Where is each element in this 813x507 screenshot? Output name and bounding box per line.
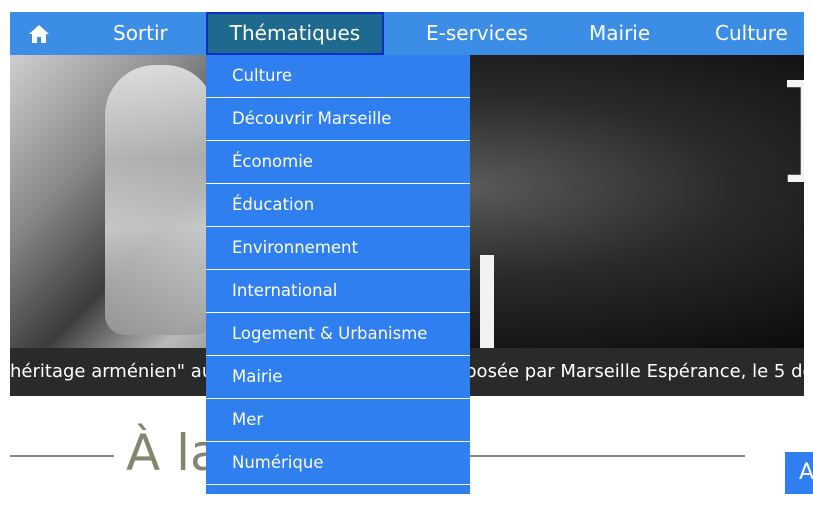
dropdown-item-numerique[interactable]: Numérique [206,442,470,485]
une-divider-left [10,455,114,457]
hero-letter: M [780,65,804,205]
dropdown-item-international[interactable]: International [206,270,470,313]
thematiques-dropdown-menu: Culture Découvrir Marseille Économie Édu… [206,55,470,494]
dropdown-item-economie[interactable]: Économie [206,141,470,184]
home-icon [29,24,49,43]
dropdown-item-culture[interactable]: Culture [206,55,470,98]
une-side-button[interactable]: A [785,452,813,494]
home-link[interactable] [27,12,51,55]
dropdown-item-education[interactable]: Éducation [206,184,470,227]
dropdown-item-logement-urbanisme[interactable]: Logement & Urbanisme [206,313,470,356]
nav-item-thematiques[interactable]: Thématiques [206,12,384,55]
main-navbar: Sortir Thématiques E-services Mairie Cul… [10,12,804,55]
dropdown-item-mer[interactable]: Mer [206,399,470,442]
nav-item-sortir[interactable]: Sortir [113,12,168,55]
nav-item-mairie[interactable]: Mairie [589,12,650,55]
nav-item-culture[interactable]: Culture [715,12,788,55]
dropdown-item-mairie[interactable]: Mairie [206,356,470,399]
hero-pillar [480,255,494,348]
hero-figure [105,65,215,335]
dropdown-item-decouvrir-marseille[interactable]: Découvrir Marseille [206,98,470,141]
dropdown-item-environnement[interactable]: Environnement [206,227,470,270]
nav-item-e-services[interactable]: E-services [426,12,528,55]
